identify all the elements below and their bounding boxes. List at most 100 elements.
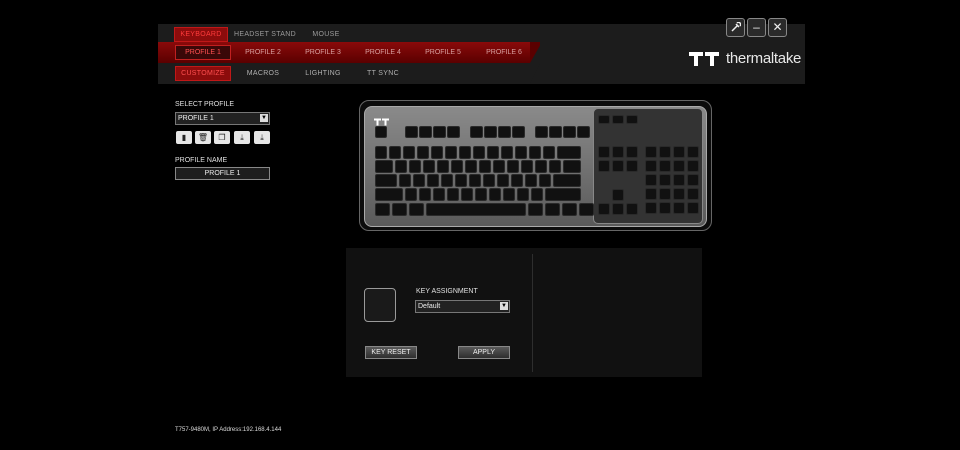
tab-profile-1[interactable]: PROFILE 1 [175,45,231,60]
key-assignment-select[interactable]: Default ▼ [415,300,510,313]
keyboard-key[interactable] [659,174,671,186]
keyboard-key[interactable] [392,203,407,216]
keyboard-key[interactable] [455,174,467,187]
keyboard-key[interactable] [549,160,561,173]
keyboard-key[interactable] [395,160,407,173]
keyboard-key[interactable] [503,188,515,201]
keyboard-key[interactable] [487,146,499,159]
keyboard-key[interactable] [645,202,657,214]
settings-button[interactable] [726,18,745,37]
keyboard-key[interactable] [687,160,699,172]
tab-headset-stand[interactable]: HEADSET STAND [232,28,298,41]
keyboard-key[interactable] [659,160,671,172]
keyboard-key[interactable] [645,188,657,200]
tab-mouse[interactable]: MOUSE [305,28,347,41]
keyboard-key[interactable] [431,146,443,159]
keyboard-key[interactable] [528,203,543,216]
keyboard-key[interactable] [543,146,555,159]
keyboard-key[interactable] [687,174,699,186]
keyboard-key[interactable] [687,202,699,214]
keyboard-key[interactable] [459,146,471,159]
tab-profile-4[interactable]: PROFILE 4 [358,46,408,59]
keyboard-key[interactable] [659,146,671,158]
minimize-button[interactable]: – [747,18,766,37]
keyboard-key[interactable] [461,188,473,201]
keyboard-key[interactable] [409,160,421,173]
keyboard-key[interactable] [512,126,525,138]
tab-tt-sync[interactable]: TT SYNC [360,67,406,80]
keyboard-key[interactable] [441,174,453,187]
keyboard-key[interactable] [375,160,393,173]
profile-name-field[interactable]: PROFILE 1 [175,167,270,180]
keyboard-key[interactable] [419,126,432,138]
keyboard-key[interactable] [479,160,491,173]
keyboard-key[interactable] [563,160,581,173]
tab-lighting[interactable]: LIGHTING [300,67,346,80]
keyboard-key[interactable] [535,126,548,138]
import-profile-button[interactable]: ⤓ [234,131,250,144]
keyboard-key[interactable] [577,126,590,138]
keyboard-key[interactable] [465,160,477,173]
keyboard-key[interactable] [612,189,624,201]
keyboard-key[interactable] [557,146,581,159]
keyboard-key[interactable] [645,174,657,186]
tab-profile-5[interactable]: PROFILE 5 [418,46,468,59]
keyboard-key[interactable] [375,203,390,216]
keyboard-key[interactable] [375,146,387,159]
export-profile-button[interactable]: ⤓ [254,131,270,144]
new-profile-button[interactable]: ▮ [176,131,192,144]
keyboard-key[interactable] [553,174,581,187]
keyboard-key[interactable] [493,160,505,173]
keyboard-key[interactable] [511,174,523,187]
tab-profile-6[interactable]: PROFILE 6 [479,46,529,59]
keyboard-key[interactable] [447,188,459,201]
keyboard-key[interactable] [612,203,624,215]
keyboard-key[interactable] [525,174,537,187]
keyboard-key[interactable] [687,146,699,158]
keyboard-key[interactable] [673,160,685,172]
apply-button[interactable]: APPLY [458,346,510,359]
keyboard-key[interactable] [531,188,543,201]
keyboard-key[interactable] [469,174,481,187]
keyboard-key[interactable] [521,160,533,173]
keyboard-key[interactable] [598,115,610,124]
keyboard-key[interactable] [598,203,610,215]
keyboard-key[interactable] [497,174,509,187]
keyboard-key[interactable] [673,202,685,214]
keyboard-key[interactable] [375,126,387,138]
keyboard-key[interactable] [517,188,529,201]
keyboard-key[interactable] [515,146,527,159]
keyboard-key[interactable] [673,174,685,186]
keyboard-key[interactable] [545,203,560,216]
tab-profile-2[interactable]: PROFILE 2 [238,46,288,59]
keyboard-key[interactable] [433,126,446,138]
keyboard-key[interactable] [612,115,624,124]
keyboard-key[interactable] [409,203,424,216]
tab-customize[interactable]: CUSTOMIZE [175,66,231,81]
keyboard-key[interactable] [626,115,638,124]
keyboard-key[interactable] [507,160,519,173]
keyboard-key[interactable] [417,146,429,159]
keyboard-key[interactable] [437,160,449,173]
key-reset-button[interactable]: KEY RESET [365,346,417,359]
delete-profile-button[interactable]: 🗑 [195,131,211,144]
keyboard-key[interactable] [405,188,417,201]
keyboard-key[interactable] [475,188,487,201]
keyboard-key[interactable] [562,203,577,216]
keyboard-key[interactable] [489,188,501,201]
keyboard-key[interactable] [626,203,638,215]
keyboard-key[interactable] [579,203,594,216]
keyboard-key[interactable] [419,188,431,201]
keyboard-key[interactable] [484,126,497,138]
copy-profile-button[interactable]: ❐ [214,131,230,144]
keyboard-key[interactable] [473,146,485,159]
keyboard-key[interactable] [445,146,457,159]
keyboard-key[interactable] [539,174,551,187]
keyboard-key[interactable] [403,146,415,159]
keyboard-key[interactable] [612,146,624,158]
keyboard-key[interactable] [626,146,638,158]
keyboard-key[interactable] [447,126,460,138]
keyboard-key[interactable] [483,174,495,187]
keyboard-key[interactable] [598,146,610,158]
keyboard-key[interactable] [375,174,397,187]
